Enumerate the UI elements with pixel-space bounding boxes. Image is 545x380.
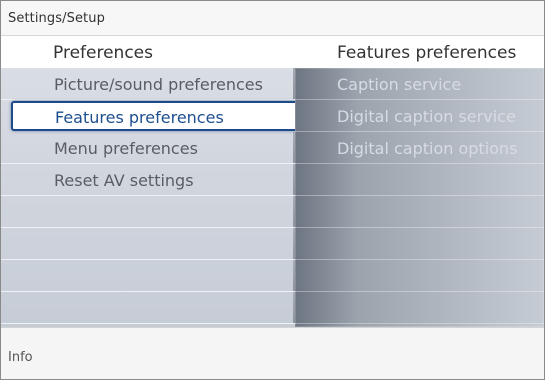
submenu-item-caption-service[interactable]: Caption service — [295, 68, 544, 100]
menu-item-label: Menu preferences — [54, 139, 198, 158]
submenu-item-label: Digital caption service — [337, 107, 516, 126]
breadcrumb: Settings/Setup — [8, 11, 105, 26]
menu-item-picture-sound-preferences[interactable]: Picture/sound preferences — [1, 68, 295, 100]
empty-menu-row — [1, 228, 295, 260]
menu-item-label: Picture/sound preferences — [54, 75, 263, 94]
empty-submenu-row — [295, 292, 544, 324]
right-menu-panel: Caption service Digital caption service … — [295, 68, 544, 327]
features-preferences-title: Features preferences — [337, 43, 517, 63]
menu-header: Preferences Features preferences — [1, 36, 544, 68]
settings-setup-window: Settings/Setup Preferences Features pref… — [0, 0, 545, 380]
menu-item-reset-av-settings[interactable]: Reset AV settings — [1, 164, 295, 196]
submenu-item-label: Digital caption options — [337, 139, 518, 158]
menu-item-features-preferences[interactable]: Features preferences — [11, 101, 301, 131]
info-area: Info — [1, 327, 544, 379]
empty-menu-row — [1, 196, 295, 228]
menu-item-menu-preferences[interactable]: Menu preferences — [1, 132, 295, 164]
empty-submenu-row — [295, 196, 544, 228]
left-menu-list: Picture/sound preferences Features prefe… — [1, 68, 301, 327]
menu-item-label: Reset AV settings — [54, 171, 194, 190]
empty-submenu-row — [295, 228, 544, 260]
submenu-item-label: Caption service — [337, 75, 462, 94]
menu-item-label: Features preferences — [55, 108, 224, 127]
submenu-item-digital-caption-options[interactable]: Digital caption options — [295, 132, 544, 164]
empty-submenu-row — [295, 164, 544, 196]
empty-menu-row — [1, 292, 295, 324]
submenu-item-digital-caption-service[interactable]: Digital caption service — [295, 100, 544, 132]
empty-submenu-row — [295, 260, 544, 292]
topbar: Settings/Setup — [1, 1, 544, 36]
preferences-title: Preferences — [53, 43, 153, 63]
left-menu-panel: Picture/sound preferences Features prefe… — [1, 68, 301, 327]
empty-menu-row — [1, 260, 295, 292]
info-label: Info — [8, 350, 33, 365]
